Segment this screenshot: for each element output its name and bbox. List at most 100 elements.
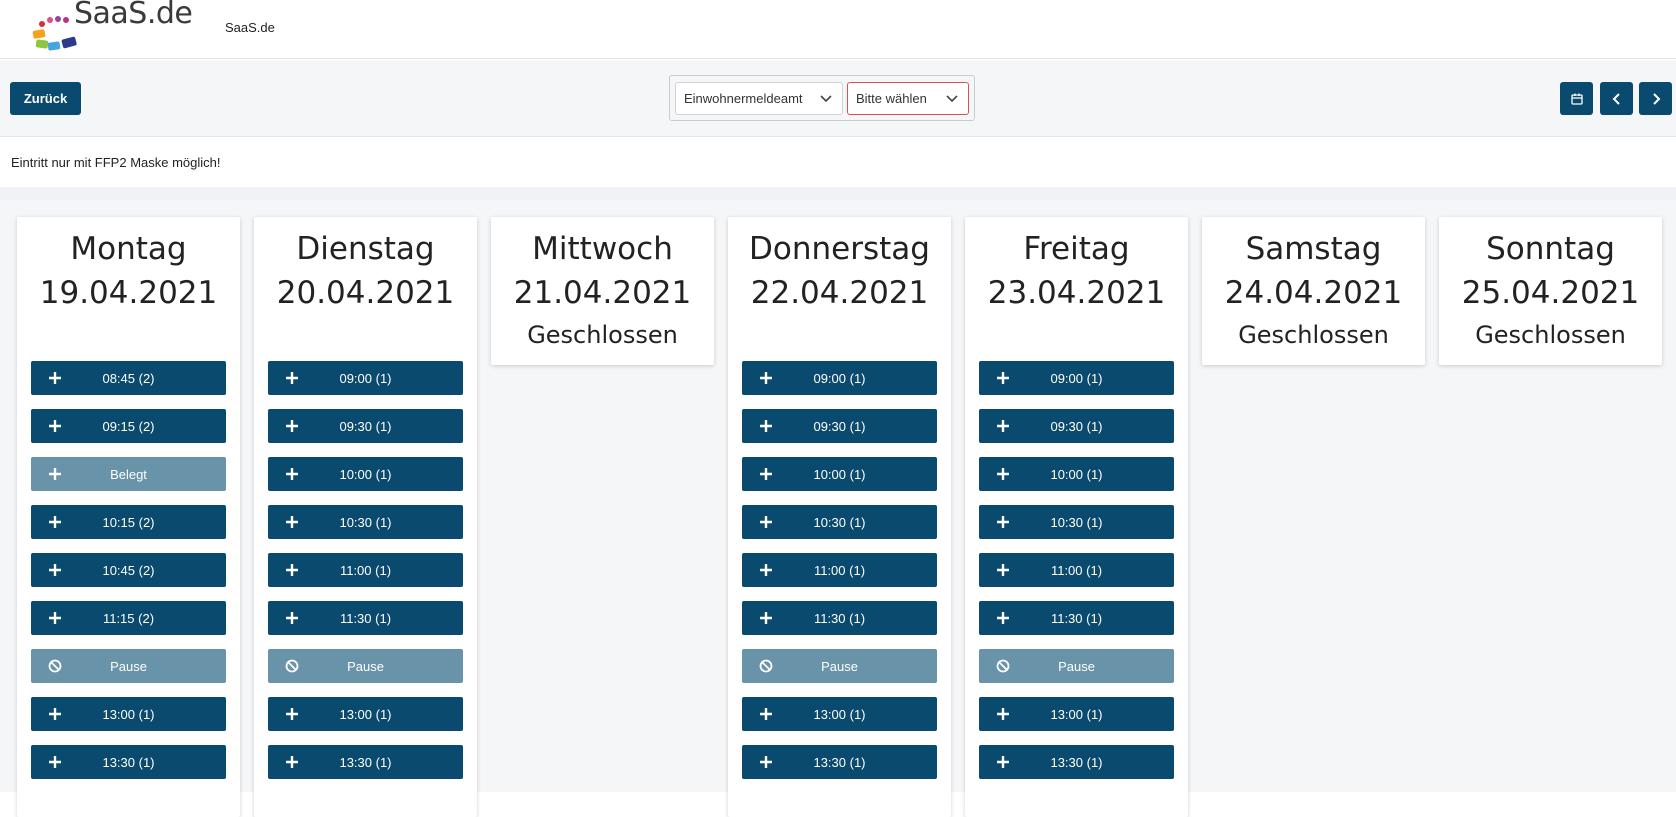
plus-icon <box>997 612 1009 624</box>
day-header: Mittwoch 21.04.2021 <box>491 217 714 315</box>
time-slot-button[interactable]: 11:00 (1) <box>742 553 937 587</box>
plus-icon <box>760 420 772 432</box>
plus-icon <box>997 516 1009 528</box>
slot-label: 09:30 (1) <box>813 418 866 434</box>
day-date: 24.04.2021 <box>1224 275 1403 311</box>
slot-label: Pause <box>821 658 858 674</box>
slot-list: 08:45 (2) 09:15 (2) Belegt 10:15 (2) 10:45 (… <box>17 315 240 779</box>
slot-label: 10:00 (1) <box>813 466 866 482</box>
closed-label: Geschlossen <box>1238 321 1389 349</box>
time-slot-button[interactable]: 13:30 (1) <box>742 745 937 779</box>
saas-logo[interactable]: SaaS.de <box>30 0 200 56</box>
service-select[interactable]: Bitte wählen <box>847 82 969 115</box>
day-column: Sonntag 25.04.2021 Geschlossen <box>1439 217 1662 365</box>
time-slot-button[interactable]: 10:00 (1) <box>268 457 463 491</box>
back-button[interactable]: Zurück <box>10 82 81 115</box>
plus-icon <box>286 516 298 528</box>
day-name: Sonntag <box>1486 231 1615 267</box>
previous-week-button[interactable] <box>1600 82 1633 115</box>
calendar-icon <box>1570 93 1583 105</box>
slot-label: 10:00 (1) <box>339 466 392 482</box>
time-slot-button[interactable]: 09:30 (1) <box>268 409 463 443</box>
time-slot-button[interactable]: 11:00 (1) <box>268 553 463 587</box>
slot-label: 08:45 (2) <box>102 370 155 386</box>
plus-icon <box>49 516 61 528</box>
slot-label: 10:30 (1) <box>339 514 392 530</box>
time-slot-button[interactable]: 10:45 (2) <box>31 553 226 587</box>
slot-label: 11:00 (1) <box>1050 562 1103 578</box>
plus-icon <box>997 372 1009 384</box>
slot-label: 10:00 (1) <box>1050 466 1103 482</box>
time-slot-button[interactable]: 09:30 (1) <box>742 409 937 443</box>
pause-slot: Pause <box>979 649 1174 683</box>
day-date: 19.04.2021 <box>39 275 218 311</box>
day-column: Freitag 23.04.2021 09:00 (1) 09:30 (1) 10:00… <box>965 217 1188 817</box>
chevron-down-icon <box>820 95 832 103</box>
time-slot-button[interactable]: 10:30 (1) <box>979 505 1174 539</box>
ban-icon <box>285 659 299 673</box>
time-slot-button[interactable]: 10:15 (2) <box>31 505 226 539</box>
day-date: 21.04.2021 <box>513 275 692 311</box>
time-slot-button[interactable]: 11:15 (2) <box>31 601 226 635</box>
day-name: Freitag <box>1023 231 1130 267</box>
time-slot-button[interactable]: 09:30 (1) <box>979 409 1174 443</box>
day-name: Mittwoch <box>532 231 673 267</box>
divider <box>0 187 1676 200</box>
time-slot-button[interactable]: 13:00 (1) <box>742 697 937 731</box>
time-slot-button[interactable]: 10:30 (1) <box>268 505 463 539</box>
slot-label: 13:30 (1) <box>102 754 155 770</box>
time-slot-button[interactable]: 13:30 (1) <box>31 745 226 779</box>
day-header: Dienstag 20.04.2021 <box>254 217 477 315</box>
time-slot-button[interactable]: 13:00 (1) <box>979 697 1174 731</box>
time-slot-button[interactable]: 09:00 (1) <box>742 361 937 395</box>
day-header: Sonntag 25.04.2021 <box>1439 217 1662 315</box>
time-slot-button[interactable]: 13:00 (1) <box>268 697 463 731</box>
time-slot-button[interactable]: 08:45 (2) <box>31 361 226 395</box>
time-slot-button[interactable]: 11:30 (1) <box>979 601 1174 635</box>
slot-label: 09:00 (1) <box>339 370 392 386</box>
plus-icon <box>997 756 1009 768</box>
office-select[interactable]: Einwohnermeldeamt <box>675 82 843 115</box>
time-slot-button[interactable]: 09:00 (1) <box>268 361 463 395</box>
brand-name[interactable]: SaaS.de <box>225 20 275 35</box>
time-slot-button[interactable]: 10:30 (1) <box>742 505 937 539</box>
slot-label: 11:30 (1) <box>813 610 866 626</box>
plus-icon <box>49 468 61 480</box>
plus-icon <box>760 372 772 384</box>
next-week-button[interactable] <box>1639 82 1672 115</box>
slot-label: 10:30 (1) <box>1050 514 1103 530</box>
pause-slot: Pause <box>268 649 463 683</box>
time-slot-button[interactable]: 11:30 (1) <box>268 601 463 635</box>
plus-icon <box>760 468 772 480</box>
slot-list: 09:00 (1) 09:30 (1) 10:00 (1) 10:30 (1) 11:0… <box>254 315 477 779</box>
chevron-down-icon <box>946 95 958 103</box>
slot-label: 13:00 (1) <box>1050 706 1103 722</box>
week-view: Montag 19.04.2021 08:45 (2) 09:15 (2) Belegt… <box>0 200 1676 817</box>
time-slot-button[interactable]: 11:00 (1) <box>979 553 1174 587</box>
slot-label: 11:00 (1) <box>813 562 866 578</box>
day-date: 20.04.2021 <box>276 275 455 311</box>
slot-label: 11:30 (1) <box>339 610 392 626</box>
time-slot-button[interactable]: 11:30 (1) <box>742 601 937 635</box>
time-slot-button[interactable]: 13:30 (1) <box>268 745 463 779</box>
time-slot-button[interactable]: 09:15 (2) <box>31 409 226 443</box>
time-slot-button[interactable]: 09:00 (1) <box>979 361 1174 395</box>
day-name: Montag <box>70 231 187 267</box>
selector-group: Einwohnermeldeamt Bitte wählen <box>669 75 975 121</box>
slot-label: 13:00 (1) <box>339 706 392 722</box>
slot-label: 09:30 (1) <box>339 418 392 434</box>
plus-icon <box>760 516 772 528</box>
day-column: Donnerstag 22.04.2021 09:00 (1) 09:30 (1) 10… <box>728 217 951 817</box>
time-slot-button[interactable]: 13:30 (1) <box>979 745 1174 779</box>
calendar-button[interactable] <box>1560 82 1593 115</box>
slot-label: 10:45 (2) <box>102 562 155 578</box>
toolbar: Zurück Einwohnermeldeamt Bitte wählen <box>0 60 1676 137</box>
time-slot-button[interactable]: 10:00 (1) <box>979 457 1174 491</box>
day-header: Montag 19.04.2021 <box>17 217 240 315</box>
slot-label: 10:15 (2) <box>102 514 155 530</box>
slot-list: 09:00 (1) 09:30 (1) 10:00 (1) 10:30 (1) 11:0… <box>728 315 951 779</box>
chevron-right-icon <box>1652 92 1660 105</box>
time-slot-button[interactable]: 13:00 (1) <box>31 697 226 731</box>
time-slot-button[interactable]: 10:00 (1) <box>742 457 937 491</box>
day-column: Montag 19.04.2021 08:45 (2) 09:15 (2) Belegt… <box>17 217 240 817</box>
